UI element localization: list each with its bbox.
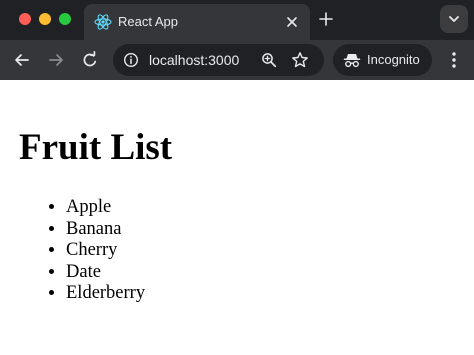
tab-title: React App (118, 14, 178, 29)
react-logo-icon (94, 13, 112, 31)
list-item: Date (66, 262, 145, 284)
arrow-left-icon[interactable] (12, 50, 32, 70)
incognito-icon (343, 52, 361, 68)
list-item: Elderberry (66, 283, 145, 305)
maximize-window-icon[interactable] (59, 13, 71, 25)
site-info-icon[interactable] (123, 52, 139, 68)
tab-search-button[interactable] (440, 5, 468, 33)
zoom-icon[interactable] (261, 52, 277, 68)
fruit-list: Apple Banana Cherry Date Elderberry (24, 197, 145, 305)
star-icon[interactable] (291, 51, 309, 69)
close-icon[interactable] (282, 12, 302, 32)
page-content: Fruit List Apple Banana Cherry Date Elde… (0, 80, 474, 355)
kebab-menu-icon[interactable] (446, 50, 462, 70)
tab-react-app[interactable]: React App (84, 4, 310, 40)
tab-strip: React App (0, 0, 474, 40)
incognito-label: Incognito (367, 52, 420, 67)
page-title: Fruit List (19, 127, 173, 168)
list-item: Apple (66, 197, 145, 219)
address-bar[interactable]: localhost:3000 (113, 44, 324, 76)
url-text[interactable]: localhost:3000 (149, 52, 239, 68)
list-item: Banana (66, 219, 145, 241)
plus-icon[interactable] (316, 9, 336, 29)
chevron-down-icon (449, 16, 459, 22)
reload-icon[interactable] (80, 50, 100, 70)
close-window-icon[interactable] (19, 13, 31, 25)
list-item: Cherry (66, 240, 145, 262)
arrow-right-icon[interactable] (46, 50, 66, 70)
incognito-indicator[interactable]: Incognito (333, 44, 432, 76)
toolbar: localhost:3000 Incognito (0, 40, 474, 80)
minimize-window-icon[interactable] (39, 13, 51, 25)
